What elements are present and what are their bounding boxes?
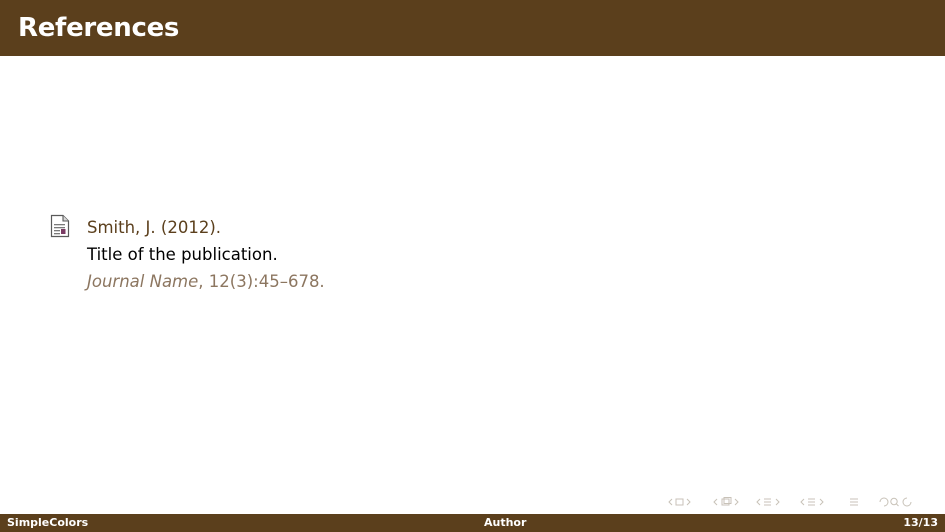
- nav-search-icon[interactable]: [890, 497, 898, 506]
- footer-bar: SimpleColors Author 13/13: [0, 514, 945, 532]
- nav-forward-icon[interactable]: [902, 497, 912, 507]
- bib-journal-details: , 12(3):45–678.: [198, 272, 325, 291]
- frame-header: References: [0, 0, 945, 56]
- article-icon: [50, 214, 70, 238]
- nav-section-group[interactable]: [800, 498, 824, 506]
- nav-prev-frame-icon[interactable]: [668, 498, 673, 506]
- bib-journal-name: Journal Name: [87, 272, 199, 291]
- beamer-navigation-bar: [668, 497, 912, 507]
- nav-section-icon[interactable]: [808, 498, 815, 506]
- nav-back-icon[interactable]: [879, 497, 889, 507]
- frame-title: References: [18, 13, 180, 43]
- nav-slide-group[interactable]: [713, 497, 739, 506]
- footer-title: SimpleColors: [7, 516, 89, 529]
- nav-prev-subsection-icon[interactable]: [756, 498, 761, 506]
- nav-next-section-icon[interactable]: [819, 498, 824, 506]
- nav-next-frame-icon[interactable]: [686, 498, 691, 506]
- nav-frame-group[interactable]: [668, 498, 691, 506]
- nav-slide-icon[interactable]: [721, 498, 730, 506]
- bib-author-year: Smith, J. (2012).: [87, 218, 222, 237]
- nav-subsection-group[interactable]: [756, 498, 780, 506]
- nav-prev-slide-icon[interactable]: [713, 498, 718, 506]
- nav-subsection-icon[interactable]: [764, 498, 771, 506]
- nav-next-slide-icon[interactable]: [734, 498, 739, 506]
- bib-title: Title of the publication.: [87, 245, 278, 264]
- footer-author: Author: [484, 516, 527, 529]
- nav-next-subsection-icon[interactable]: [775, 498, 780, 506]
- nav-appendix-icon[interactable]: [850, 498, 858, 506]
- bib-journal-line: Journal Name, 12(3):45–678.: [87, 272, 325, 291]
- footer-page-number: 13/13: [903, 516, 938, 529]
- nav-frame-icon[interactable]: [675, 498, 684, 506]
- nav-prev-section-icon[interactable]: [800, 498, 805, 506]
